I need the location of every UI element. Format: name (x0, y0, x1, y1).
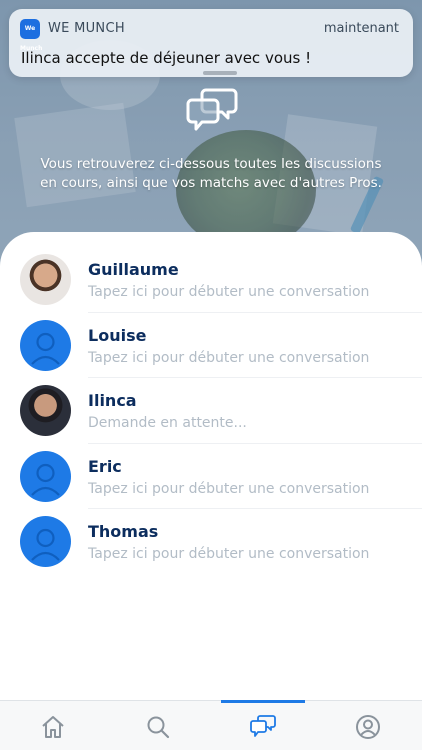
conversation-item-ilinca[interactable]: Ilinca Demande en attente... (0, 377, 422, 443)
conversation-item-thomas[interactable]: Thomas Tapez ici pour débuter une conver… (0, 508, 422, 574)
conversation-name: Eric (88, 456, 122, 476)
home-icon (42, 716, 64, 738)
conversation-subtitle: Tapez ici pour débuter une conversation (88, 349, 370, 366)
notification-app-name: WE MUNCH (48, 21, 125, 36)
chat-icon (250, 715, 276, 737)
conversation-name: Ilinca (88, 391, 137, 410)
conversation-sheet: Guillaume Tapez ici pour débuter une con… (0, 232, 422, 700)
tab-chat[interactable] (221, 700, 305, 750)
tab-profile[interactable] (326, 701, 410, 750)
notification-message: Ilinca accepte de déjeuner avec vous ! (21, 49, 312, 67)
we-munch-app-icon: We Munch (20, 19, 42, 52)
conversation-subtitle: Tapez ici pour débuter une conversation (88, 284, 370, 300)
tab-home[interactable] (11, 701, 95, 750)
profile-icon (356, 715, 380, 739)
conversation-name: Thomas (88, 522, 159, 541)
default-user-icon (20, 319, 71, 371)
hero-description: Vous retrouverez ci-dessous toutes les d… (40, 156, 382, 191)
conversation-item-louise[interactable]: Louise Tapez ici pour débuter une conver… (0, 311, 422, 378)
conversation-item-guillaume[interactable]: Guillaume Tapez ici pour débuter une con… (0, 246, 422, 312)
push-notification[interactable]: We Munch WE MUNCH maintenant Ilinca acce… (9, 9, 413, 77)
conversation-subtitle: Tapez ici pour débuter une conversation (88, 546, 370, 562)
bottom-tab-bar (0, 700, 422, 750)
conversation-name: Guillaume (88, 260, 179, 279)
conversation-subtitle: Tapez ici pour débuter une conversation (88, 480, 370, 497)
conversation-name: Louise (88, 325, 147, 345)
chat-bubbles-icon (186, 88, 238, 131)
conversation-item-eric[interactable]: Eric Tapez ici pour débuter une conversa… (0, 442, 422, 509)
default-user-icon (20, 516, 71, 567)
default-user-icon (20, 450, 71, 502)
conversation-list: Guillaume Tapez ici pour débuter une con… (0, 232, 422, 574)
conversation-subtitle: Demande en attente... (88, 415, 247, 431)
tab-search[interactable] (116, 701, 200, 750)
notification-drag-handle[interactable] (203, 71, 237, 75)
search-icon (147, 716, 170, 739)
avatar (20, 385, 71, 436)
active-tab-indicator (221, 700, 305, 703)
notification-time: maintenant (323, 21, 399, 36)
avatar (20, 254, 71, 305)
